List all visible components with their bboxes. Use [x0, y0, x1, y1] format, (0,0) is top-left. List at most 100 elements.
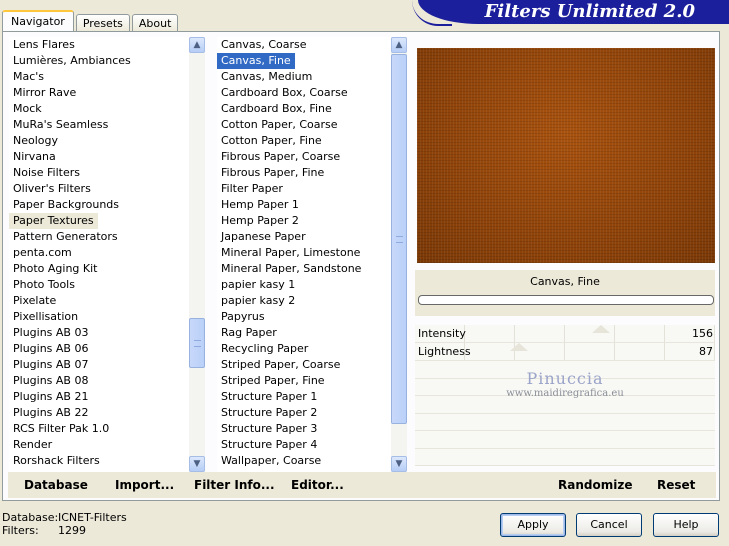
- scroll-up-arrow-icon[interactable]: ▲: [391, 37, 407, 53]
- filter-list-item[interactable]: Canvas, Medium: [217, 69, 407, 85]
- scroll-down-arrow-icon[interactable]: ▼: [391, 456, 407, 472]
- editor-button[interactable]: Editor...: [291, 478, 344, 492]
- filter-list-item[interactable]: papier kasy 1: [217, 277, 407, 293]
- slider-value: 87: [699, 345, 713, 358]
- tab-presets[interactable]: Presets: [75, 14, 130, 32]
- category-list-item[interactable]: Mirror Rave: [9, 85, 205, 101]
- filter-list-item[interactable]: Cotton Paper, Coarse: [217, 117, 407, 133]
- category-list-item[interactable]: Photo Aging Kit: [9, 261, 205, 277]
- database-value: ICNET-Filters: [58, 511, 127, 524]
- filter-list[interactable]: Canvas, Coarse Canvas, Fine Canvas, Medium…: [217, 37, 407, 472]
- slider-lightness[interactable]: Lightness 87: [415, 343, 715, 361]
- category-list-item[interactable]: penta.com: [9, 245, 205, 261]
- filter-list-item[interactable]: Mineral Paper, Limestone: [217, 245, 407, 261]
- slider-value: 156: [692, 327, 713, 340]
- filters-label: Filters:: [2, 524, 39, 537]
- scroll-up-arrow-icon[interactable]: ▲: [189, 37, 205, 53]
- filter-list-item[interactable]: Fibrous Paper, Coarse: [217, 149, 407, 165]
- category-list-item[interactable]: Photo Tools: [9, 277, 205, 293]
- filter-list-item[interactable]: Rag Paper: [217, 325, 407, 341]
- help-button[interactable]: Help: [653, 513, 719, 537]
- filter-list-item[interactable]: Striped Paper, Fine: [217, 373, 407, 389]
- filter-list-item[interactable]: Cotton Paper, Fine: [217, 133, 407, 149]
- category-list-item[interactable]: Plugins AB 06: [9, 341, 205, 357]
- filter-list-item[interactable]: Canvas, Fine: [217, 53, 295, 69]
- category-list-item[interactable]: Pixellisation: [9, 309, 205, 325]
- tab-about[interactable]: About: [131, 14, 179, 32]
- category-list-item[interactable]: Render: [9, 437, 205, 453]
- slider-empty: [415, 396, 715, 414]
- category-scroll-thumb[interactable]: [189, 318, 205, 368]
- status-info: Database:ICNET-Filters Filters: 1299: [2, 511, 127, 537]
- slider-marker-icon: [592, 325, 610, 333]
- filter-name-area: Canvas, Fine: [415, 270, 715, 316]
- category-list-item[interactable]: Lens Flares: [9, 37, 205, 53]
- category-list-item[interactable]: Pixelate: [9, 293, 205, 309]
- category-list-item[interactable]: Neology: [9, 133, 205, 149]
- filter-list-item[interactable]: Hemp Paper 1: [217, 197, 407, 213]
- bottom-toolbar: Database Import... Filter Info... Editor…: [8, 472, 716, 498]
- category-scrollbar[interactable]: ▲ ▼: [189, 37, 205, 472]
- filter-list-item[interactable]: Filter Paper: [217, 181, 407, 197]
- filter-list-item[interactable]: Structure Paper 3: [217, 421, 407, 437]
- filter-list-item[interactable]: Cardboard Box, Coarse: [217, 85, 407, 101]
- filter-list-item[interactable]: Recycling Paper: [217, 341, 407, 357]
- category-list-item[interactable]: Rorshack Filters: [9, 453, 205, 469]
- database-label: Database:: [2, 511, 59, 524]
- category-list-item[interactable]: Noise Filters: [9, 165, 205, 181]
- filter-list-item[interactable]: Mineral Paper, Sandstone: [217, 261, 407, 277]
- slider-intensity[interactable]: Intensity 156: [415, 325, 715, 343]
- category-list-item[interactable]: Paper Textures: [9, 213, 98, 229]
- category-list-item[interactable]: Plugins AB 03: [9, 325, 205, 341]
- database-button[interactable]: Database: [24, 478, 88, 492]
- filter-list-item[interactable]: Structure Paper 4: [217, 437, 407, 453]
- category-list-item[interactable]: Plugins AB 22: [9, 405, 205, 421]
- filter-info-button[interactable]: Filter Info...: [194, 478, 275, 492]
- import-button[interactable]: Import...: [115, 478, 174, 492]
- category-list-item[interactable]: Paper Backgrounds: [9, 197, 205, 213]
- selected-filter-name: Canvas, Fine: [530, 275, 600, 288]
- category-list-item[interactable]: Mock: [9, 101, 205, 117]
- slider-empty: [415, 413, 715, 431]
- filter-scrollbar[interactable]: ▲ ▼: [391, 37, 407, 472]
- category-list-item[interactable]: Lumières, Ambiances: [9, 53, 205, 69]
- filter-list-item[interactable]: Fibrous Paper, Fine: [217, 165, 407, 181]
- reset-button[interactable]: Reset: [657, 478, 695, 492]
- category-list-item[interactable]: MuRa's Seamless: [9, 117, 205, 133]
- app-title: Filters Unlimited 2.0: [484, 1, 695, 22]
- filter-list-item[interactable]: Structure Paper 2: [217, 405, 407, 421]
- apply-button[interactable]: Apply: [500, 513, 566, 537]
- filter-list-item[interactable]: Structure Paper 1: [217, 389, 407, 405]
- slider-empty: [415, 431, 715, 449]
- preview-image: [417, 48, 715, 263]
- filters-count: 1299: [58, 524, 86, 537]
- category-list-item[interactable]: Plugins AB 08: [9, 373, 205, 389]
- tab-navigator[interactable]: Navigator: [2, 10, 74, 32]
- navigator-panel: Lens Flares Lumières, Ambiances Mac's Mirro…: [2, 31, 720, 501]
- filter-list-item[interactable]: Wallpaper, Coarse: [217, 453, 407, 469]
- tab-strip: Navigator Presets About: [2, 10, 180, 32]
- slider-empty: [415, 378, 715, 396]
- filter-list-item[interactable]: Cardboard Box, Fine: [217, 101, 407, 117]
- category-list-item[interactable]: Pattern Generators: [9, 229, 205, 245]
- scroll-down-arrow-icon[interactable]: ▼: [189, 456, 205, 472]
- filter-list-item[interactable]: Hemp Paper 2: [217, 213, 407, 229]
- filter-list-item[interactable]: papier kasy 2: [217, 293, 407, 309]
- slider-marker-icon: [510, 343, 528, 351]
- category-list-item[interactable]: Plugins AB 07: [9, 357, 205, 373]
- category-list-item[interactable]: Oliver's Filters: [9, 181, 205, 197]
- category-list[interactable]: Lens Flares Lumières, Ambiances Mac's Mirro…: [9, 37, 205, 472]
- category-list-item[interactable]: Nirvana: [9, 149, 205, 165]
- filter-list-item[interactable]: Striped Paper, Coarse: [217, 357, 407, 373]
- filter-list-item[interactable]: Canvas, Coarse: [217, 37, 407, 53]
- slider-label: Lightness: [418, 345, 471, 358]
- category-list-item[interactable]: Plugins AB 21: [9, 389, 205, 405]
- filter-scroll-thumb[interactable]: [391, 54, 407, 424]
- filter-list-item[interactable]: Japanese Paper: [217, 229, 407, 245]
- filter-list-item[interactable]: Papyrus: [217, 309, 407, 325]
- randomize-button[interactable]: Randomize: [558, 478, 632, 492]
- category-list-item[interactable]: RCS Filter Pak 1.0: [9, 421, 205, 437]
- category-list-item[interactable]: Mac's: [9, 69, 205, 85]
- cancel-button[interactable]: Cancel: [576, 513, 642, 537]
- slider-empty: [415, 448, 715, 466]
